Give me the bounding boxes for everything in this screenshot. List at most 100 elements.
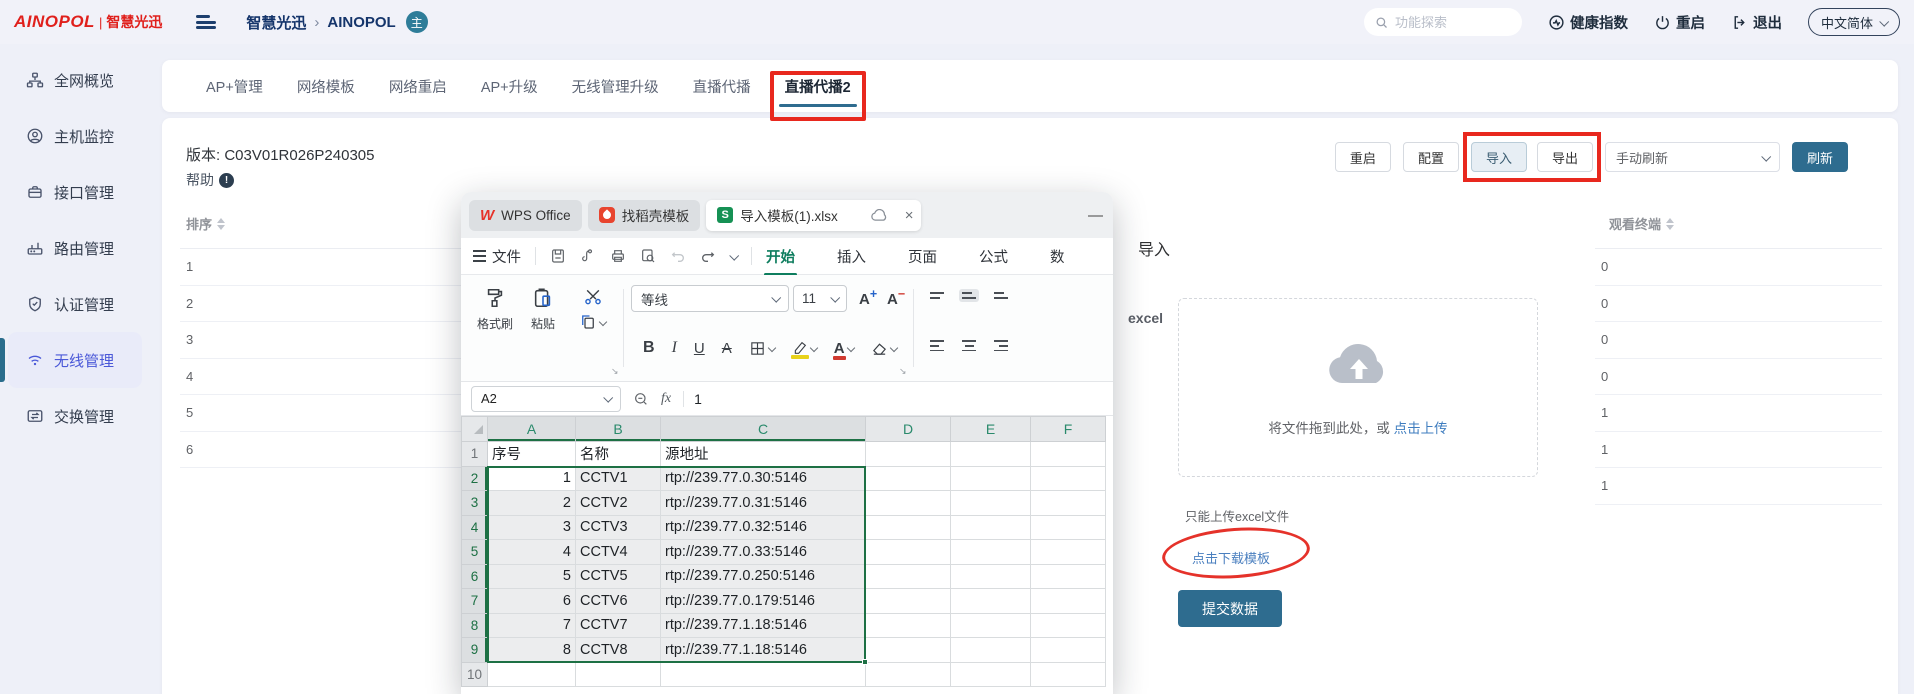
cloud-sync-icon[interactable] — [871, 209, 888, 222]
table-row[interactable]: 6 — [180, 432, 461, 469]
sheet-cell[interactable] — [866, 466, 951, 491]
save-icon[interactable] — [550, 248, 566, 264]
language-selector[interactable]: 中文简体 — [1808, 8, 1900, 36]
table-row[interactable]: 1 — [180, 249, 461, 286]
sheet-cell[interactable]: rtp://239.77.0.179:5146 — [661, 589, 866, 614]
table-row[interactable]: 2 — [180, 286, 461, 323]
sheet-cell[interactable]: 5 — [488, 564, 576, 589]
sheet-cell[interactable]: rtp://239.77.0.31:5146 — [661, 491, 866, 516]
submit-data-button[interactable]: 提交数据 — [1178, 590, 1282, 627]
zoom-out-icon[interactable] — [633, 391, 649, 407]
print-icon[interactable] — [610, 248, 626, 264]
table-row[interactable]: 0 — [1595, 249, 1882, 286]
menu-item-insert[interactable]: 插入 — [837, 246, 866, 267]
sheet-cell[interactable]: 8 — [488, 638, 576, 663]
table-row[interactable]: 1 — [1595, 395, 1882, 432]
tab-ap-manage[interactable]: AP+管理 — [206, 60, 263, 112]
row-number[interactable]: 9 — [462, 638, 488, 663]
sheet-cell[interactable]: 6 — [488, 589, 576, 614]
sheet-cell[interactable] — [488, 662, 576, 687]
font-color-button[interactable]: A — [834, 340, 854, 357]
sheet-cell[interactable]: 4 — [488, 540, 576, 565]
restart-devices-button[interactable]: 重启 — [1335, 142, 1391, 172]
minimize-window-icon[interactable]: — — [1088, 207, 1105, 224]
sheet-cell[interactable]: CCTV3 — [576, 515, 661, 540]
align-right-button[interactable] — [991, 337, 1011, 354]
sheet-cell[interactable]: 源地址 — [661, 442, 866, 467]
table-row[interactable]: 1 — [1595, 468, 1882, 505]
wps-docer-tab[interactable]: 找稻壳模板 — [588, 200, 701, 231]
sheet-cell[interactable] — [866, 662, 951, 687]
menu-item-data[interactable]: 数 — [1050, 246, 1065, 267]
align-middle-button[interactable] — [959, 289, 979, 302]
health-index-button[interactable]: 健康指数 — [1548, 12, 1628, 33]
align-center-button[interactable] — [959, 337, 979, 354]
decrease-font-button[interactable]: A− — [887, 287, 905, 308]
sheet-cell[interactable]: CCTV6 — [576, 589, 661, 614]
sheet-cell[interactable] — [951, 613, 1031, 638]
column-header-b[interactable]: B — [576, 417, 661, 442]
tab-network-restart[interactable]: 网络重启 — [389, 60, 447, 112]
formula-input[interactable]: 1 — [683, 391, 702, 407]
table-row[interactable]: 1 — [1595, 432, 1882, 469]
strikethrough-button[interactable]: A — [722, 340, 732, 357]
sheet-cell[interactable] — [866, 515, 951, 540]
sheet-cell[interactable]: 7 — [488, 613, 576, 638]
sheet-cell[interactable]: 2 — [488, 491, 576, 516]
sheet-cell[interactable] — [1031, 491, 1106, 516]
table-row[interactable]: 5 — [180, 395, 461, 432]
sheet-cell[interactable]: rtp://239.77.0.32:5146 — [661, 515, 866, 540]
column-header-f[interactable]: F — [1031, 417, 1106, 442]
expand-corner-icon[interactable]: ↘ — [611, 366, 619, 377]
sidebar-item-network-overview[interactable]: 全网概览 — [8, 52, 142, 108]
wps-document-tab[interactable]: S 导入模板(1).xlsx × — [706, 200, 921, 231]
underline-button[interactable]: U — [694, 340, 705, 357]
sheet-cell[interactable]: 1 — [488, 466, 576, 491]
table-row[interactable]: 0 — [1595, 286, 1882, 323]
column-header-d[interactable]: D — [866, 417, 951, 442]
select-all-corner[interactable] — [462, 417, 488, 442]
sheet-cell[interactable] — [1031, 442, 1106, 467]
sheet-cell[interactable] — [951, 564, 1031, 589]
menu-item-formula[interactable]: 公式 — [979, 246, 1008, 267]
export-button[interactable]: 导出 — [1537, 142, 1593, 172]
import-button[interactable]: 导入 — [1471, 142, 1527, 172]
sheet-cell[interactable] — [866, 564, 951, 589]
config-button[interactable]: 配置 — [1403, 142, 1459, 172]
sheet-cell[interactable] — [951, 662, 1031, 687]
sidebar-item-switch-manage[interactable]: 交换管理 — [8, 388, 142, 444]
sheet-cell[interactable] — [1031, 540, 1106, 565]
sheet-cell[interactable]: rtp://239.77.0.30:5146 — [661, 466, 866, 491]
tab-live-relay[interactable]: 直播代播 — [693, 60, 751, 112]
wps-home-tab[interactable]: W WPS Office — [469, 200, 582, 231]
row-number[interactable]: 8 — [462, 613, 488, 638]
logout-button[interactable]: 退出 — [1731, 12, 1782, 33]
sheet-cell[interactable] — [866, 540, 951, 565]
sheet-cell[interactable] — [866, 589, 951, 614]
sheet-cell[interactable]: rtp://239.77.1.18:5146 — [661, 613, 866, 638]
expand-corner-icon[interactable]: ↘ — [899, 366, 907, 377]
sheet-cell[interactable]: 序号 — [488, 442, 576, 467]
row-number[interactable]: 4 — [462, 515, 488, 540]
sidebar-item-auth-manage[interactable]: 认证管理 — [8, 276, 142, 332]
sheet-cell[interactable] — [1031, 515, 1106, 540]
table-row[interactable]: 0 — [1595, 359, 1882, 396]
breadcrumb-parent[interactable]: 智慧光迅 — [246, 12, 306, 33]
sheet-cell[interactable]: CCTV1 — [576, 466, 661, 491]
increase-font-button[interactable]: A+ — [859, 287, 877, 308]
sheet-cell[interactable]: CCTV4 — [576, 540, 661, 565]
sidebar-item-router-manage[interactable]: 路由管理 — [8, 220, 142, 276]
breadcrumb-current[interactable]: AINOPOL — [327, 14, 395, 31]
bold-button[interactable]: B — [643, 339, 655, 357]
sheet-cell[interactable]: rtp://239.77.1.18:5146 — [661, 638, 866, 663]
sheet-cell[interactable] — [951, 638, 1031, 663]
sheet-cell[interactable] — [951, 442, 1031, 467]
sheet-cell[interactable] — [1031, 613, 1106, 638]
fx-icon[interactable]: fx — [661, 391, 671, 407]
paste-button[interactable]: 粘贴 — [531, 287, 555, 332]
format-painter-button[interactable]: 格式刷 — [477, 287, 513, 332]
search-input[interactable] — [1395, 15, 1505, 30]
refresh-mode-select[interactable]: 手动刷新 — [1605, 142, 1780, 172]
chevron-down-icon[interactable] — [729, 250, 739, 260]
print-preview-icon[interactable] — [640, 248, 656, 264]
